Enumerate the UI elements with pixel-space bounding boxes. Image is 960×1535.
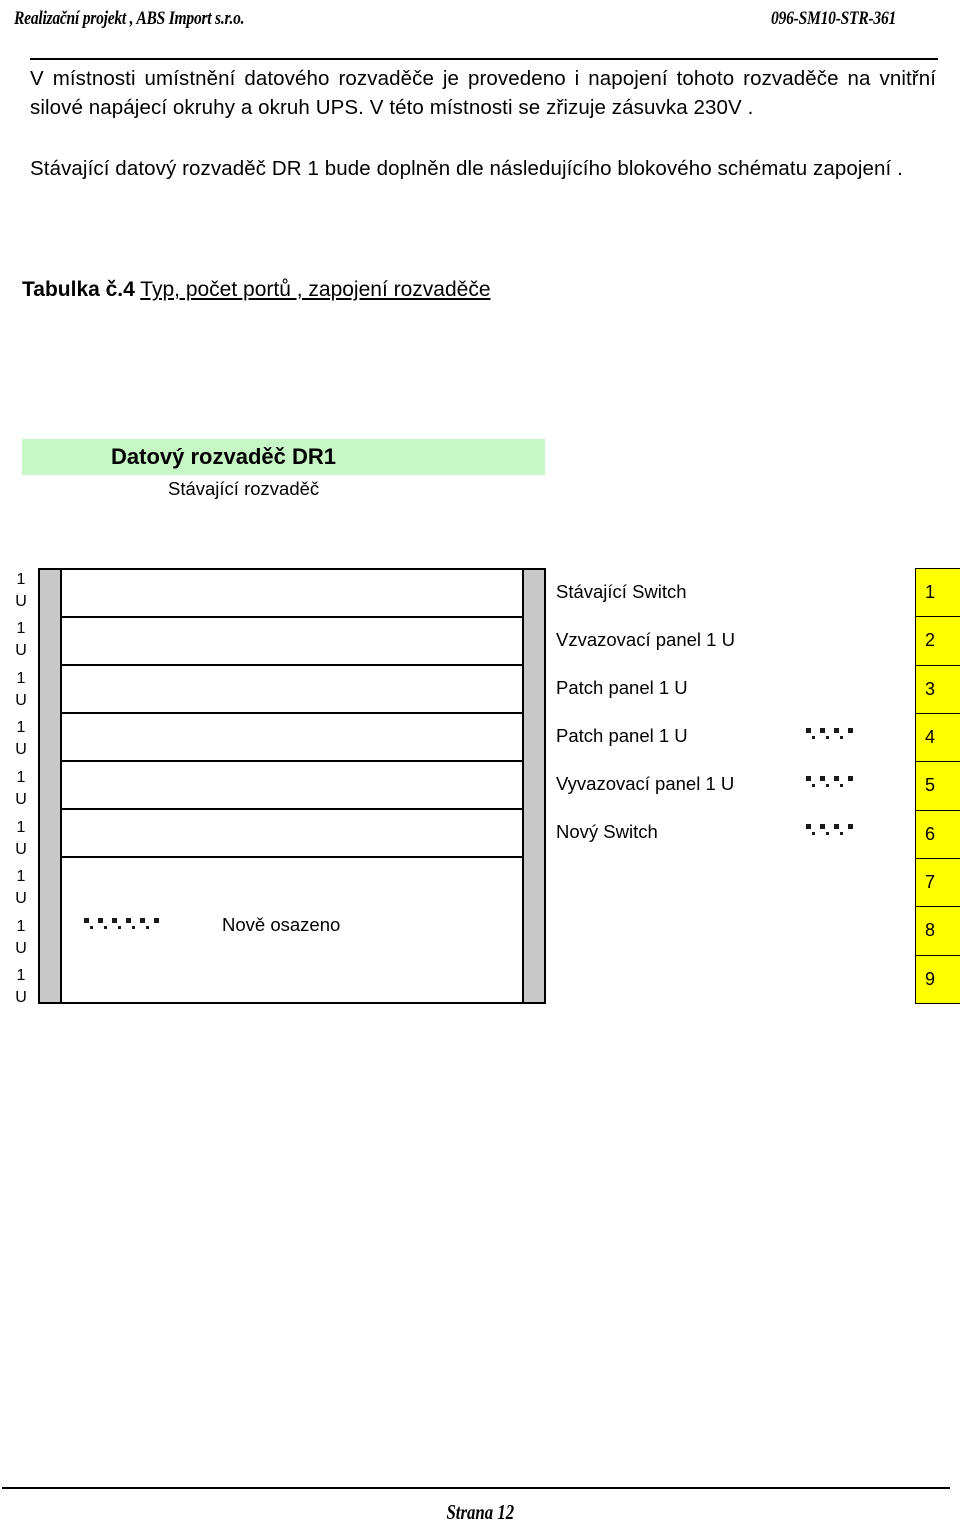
u-count: 1 bbox=[16, 967, 26, 985]
rack-rail-left bbox=[40, 570, 62, 1002]
device-row: Vzvazovací panel 1 U bbox=[556, 616, 896, 664]
device-name: Patch panel 1 U bbox=[556, 677, 688, 698]
rack-slot bbox=[62, 714, 522, 762]
u-count: 1 bbox=[16, 818, 26, 836]
footer-divider bbox=[2, 1487, 950, 1489]
device-name: Vzvazovací panel 1 U bbox=[556, 629, 735, 650]
index-cell: 4 bbox=[916, 713, 960, 763]
device-row: Nový Switch bbox=[556, 808, 896, 856]
rack-slot bbox=[62, 570, 522, 618]
dotted-marker-icon bbox=[806, 824, 866, 838]
u-unit: U bbox=[15, 592, 27, 610]
device-row: Stávající Switch bbox=[556, 568, 896, 616]
rack-slot-list: Nově osazeno bbox=[62, 570, 522, 1002]
u-ruler-cell: 1 U bbox=[8, 814, 34, 864]
rack-title: Datový rozvaděč DR1 bbox=[111, 444, 336, 469]
document-body: V místnosti umístnění datového rozvaděče… bbox=[30, 64, 936, 189]
rack-diagram: Datový rozvaděč DR1 Stávající rozvaděč 1… bbox=[0, 430, 960, 1030]
device-row: Patch panel 1 U bbox=[556, 664, 896, 712]
rack-chassis: Nově osazeno bbox=[38, 568, 546, 1004]
paragraph-power-supply: V místnosti umístnění datového rozvaděče… bbox=[30, 67, 936, 119]
rack-slot bbox=[62, 666, 522, 714]
dotted-marker-icon bbox=[806, 728, 866, 742]
index-cell: 6 bbox=[916, 810, 960, 859]
document-header: Realizační projekt , ABS Import s.r.o. 0… bbox=[14, 8, 946, 38]
u-ruler-cell: 1 U bbox=[8, 764, 34, 814]
rack-subtitle: Stávající rozvaděč bbox=[168, 478, 320, 499]
device-name: Patch panel 1 U bbox=[556, 725, 688, 746]
u-count: 1 bbox=[16, 719, 26, 737]
dotted-marker-icon bbox=[84, 918, 170, 932]
index-cell: 1 bbox=[916, 569, 960, 618]
u-ruler-cell: 1 U bbox=[8, 665, 34, 715]
u-ruler-cell: 1 U bbox=[8, 863, 34, 913]
u-count: 1 bbox=[16, 868, 26, 886]
rack-slot bbox=[62, 618, 522, 666]
caption-number: Tabulka č.4 bbox=[22, 278, 135, 301]
u-unit: U bbox=[15, 840, 27, 858]
table-caption: Tabulka č.4 Typ, počet portů , zapojení … bbox=[22, 278, 491, 302]
device-name: Nový Switch bbox=[556, 821, 658, 842]
rack-slot bbox=[62, 762, 522, 810]
u-ruler-cell: 1 U bbox=[8, 963, 34, 1013]
u-unit: U bbox=[15, 791, 27, 809]
u-count: 1 bbox=[16, 917, 26, 935]
device-name: Vyvazovací panel 1 U bbox=[556, 773, 735, 794]
index-cell: 7 bbox=[916, 858, 960, 908]
u-count: 1 bbox=[16, 620, 26, 638]
u-ruler-cell: 1 U bbox=[8, 715, 34, 765]
index-cell: 2 bbox=[916, 617, 960, 666]
header-divider bbox=[30, 58, 938, 60]
rack-title-banner: Datový rozvaděč DR1 bbox=[22, 439, 545, 475]
header-project-title: Realizační projekt , ABS Import s.r.o. bbox=[14, 8, 245, 29]
device-name: Stávající Switch bbox=[556, 581, 687, 602]
u-unit: U bbox=[15, 890, 27, 908]
u-unit: U bbox=[15, 939, 27, 957]
device-row bbox=[556, 856, 896, 904]
dotted-marker-icon bbox=[806, 776, 866, 790]
rack-index-column: 1 2 3 4 5 6 7 8 9 bbox=[915, 568, 960, 1004]
footer-page-number: Strana 12 bbox=[0, 1500, 960, 1525]
u-count: 1 bbox=[16, 769, 26, 787]
device-row: Patch panel 1 U bbox=[556, 712, 896, 760]
rack-device-list: Stávající Switch Vzvazovací panel 1 U Pa… bbox=[556, 568, 896, 1004]
caption-title: Typ, počet portů , zapojení rozvaděče bbox=[140, 278, 491, 301]
u-count: 1 bbox=[16, 669, 26, 687]
legend-label: Nově osazeno bbox=[222, 914, 341, 935]
u-ruler-cell: 1 U bbox=[8, 566, 34, 616]
page-label: Strana 12 bbox=[446, 1500, 514, 1524]
u-unit: U bbox=[15, 691, 27, 709]
rack-unit-ruler: 1 U 1 U 1 U 1 U 1 U 1 U 1 U 1 U 1 U bbox=[8, 566, 34, 1012]
rack-slot-empty-block: Nově osazeno bbox=[62, 858, 522, 1002]
paragraph-rack-upgrade: Stávající datový rozvaděč DR 1 bude dopl… bbox=[30, 157, 903, 180]
index-cell: 3 bbox=[916, 665, 960, 714]
u-ruler-cell: 1 U bbox=[8, 616, 34, 666]
legend: Nově osazeno bbox=[84, 914, 340, 936]
index-cell: 9 bbox=[916, 955, 960, 1003]
header-document-code: 096-SM10-STR-361 bbox=[771, 8, 897, 29]
u-unit: U bbox=[15, 741, 27, 759]
rack-slot bbox=[62, 810, 522, 858]
device-row bbox=[556, 952, 896, 1000]
u-unit: U bbox=[15, 989, 27, 1007]
u-ruler-cell: 1 U bbox=[8, 913, 34, 963]
u-count: 1 bbox=[16, 570, 26, 588]
rack-rail-right bbox=[522, 570, 544, 1002]
index-cell: 5 bbox=[916, 762, 960, 811]
index-cell: 8 bbox=[916, 907, 960, 956]
device-row: Vyvazovací panel 1 U bbox=[556, 760, 896, 808]
device-row bbox=[556, 904, 896, 952]
u-unit: U bbox=[15, 642, 27, 660]
